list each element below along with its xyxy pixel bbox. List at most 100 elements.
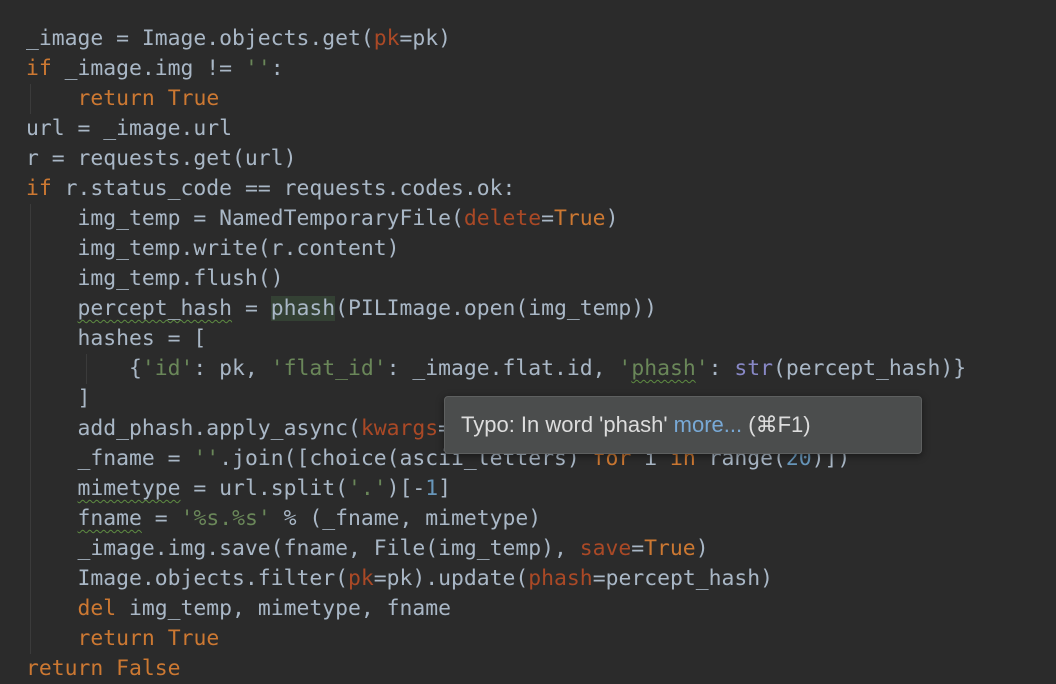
code-line[interactable]: img_temp.flush() [26,264,284,294]
code-line[interactable]: _image = Image.objects.get(pk=pk) [26,24,451,54]
code-token: ' [695,356,709,381]
code-token: _image.img.save(fname, File(img_temp), [26,536,580,561]
indent-guide [30,84,31,114]
code-token: False [116,656,181,681]
code-token: ) [605,206,619,231]
code-token: (percept_hash)} [773,356,967,381]
code-line[interactable]: {'id': pk, 'flat_id': _image.flat.id, 'p… [26,354,966,384]
code-token: pk [373,26,400,51]
code-token: )[- [386,476,426,501]
code-token: url = _image.url [26,116,233,141]
code-line[interactable]: ] [26,384,91,414]
code-token: phash [528,566,593,591]
code-token: =pk) [399,26,451,51]
tooltip-shortcut: (⌘F1) [748,412,811,437]
code-token: '' [244,56,271,81]
code-line[interactable]: percept_hash = phash(PILImage.open(img_t… [26,294,657,324]
code-token: hashes = [ [26,326,207,351]
tooltip-message: Typo: In word 'phash' [461,412,668,437]
code-token: 1 [425,476,439,501]
code-token: : [708,356,735,381]
code-line[interactable]: return False [26,654,181,684]
code-line[interactable]: fname = '%s.%s' % (_fname, mimetype) [26,504,542,534]
code-token: save [579,536,632,561]
code-token: =percept_hash) [592,566,773,591]
code-line[interactable]: del img_temp, mimetype, fname [26,594,451,624]
code-token: = [541,206,555,231]
code-token: ] [438,476,452,501]
code-line[interactable]: return True [26,84,220,114]
code-token: if [26,56,52,81]
code-line[interactable]: if _image.img != '': [26,54,284,84]
code-token: phash [270,296,336,321]
code-token: ) [695,536,709,561]
code-token: del [77,596,117,621]
code-token: img_temp.flush() [26,266,284,291]
code-token: = url.split( [180,476,348,501]
tooltip-more-link[interactable]: more... [674,412,742,437]
code-token: '.' [347,476,387,501]
code-token: delete [463,206,542,231]
code-line[interactable]: url = _image.url [26,114,232,144]
code-line[interactable]: r = requests.get(url) [26,144,296,174]
code-token: _image.img != [51,56,245,81]
code-token: 'flat_id' [270,356,387,381]
code-token: return [26,656,104,681]
code-token: Image.objects.filter( [26,566,348,591]
code-line[interactable]: return True [26,624,220,654]
code-token: '' [193,446,220,471]
code-token: = [631,536,645,561]
code-token: : _image.flat.id, [386,356,619,381]
code-token: mimetype [77,476,181,501]
code-token: : pk, [193,356,271,381]
code-token: kwargs [360,416,439,441]
code-token: True [167,86,220,111]
code-token: ] [26,386,91,411]
code-token: True [554,206,606,231]
code-token: add_phash.apply_async( [26,416,361,441]
code-token: { [26,356,142,381]
code-line[interactable]: _image.img.save(fname, File(img_temp), s… [26,534,709,564]
code-token: _fname = [26,446,194,471]
code-token: True [644,536,696,561]
code-token: '%s.%s' [180,506,271,531]
code-line[interactable]: mimetype = url.split('.')[-1] [26,474,452,504]
code-token: img_temp = NamedTemporaryFile( [26,206,464,231]
code-token: _image = Image.objects.get( [26,26,374,51]
code-line[interactable]: img_temp = NamedTemporaryFile(delete=Tru… [26,204,619,234]
code-line[interactable]: img_temp.write(r.content) [26,234,400,264]
code-line[interactable]: if r.status_code == requests.codes.ok: [26,174,515,204]
code-token: (PILImage.open(img_temp)) [335,296,658,321]
code-token: =pk).update( [373,566,529,591]
code-token: img_temp, mimetype, fname [116,596,451,621]
code-token: r = requests.get(url) [26,146,297,171]
code-editor[interactable]: _image = Image.objects.get(pk=pk) if _ima… [0,0,1056,681]
code-token: = [141,506,181,531]
code-token: True [167,626,220,651]
code-token: img_temp.write(r.content) [26,236,400,261]
code-token: % (_fname, mimetype) [270,506,542,531]
code-token: fname [77,506,142,531]
code-token: if [26,176,52,201]
typo-tooltip: Typo: In word 'phash' more... (⌘F1) [444,396,922,454]
code-token: return [77,626,155,651]
code-token: phash [631,356,696,381]
code-token: r.status_code == requests.codes.ok: [51,176,516,201]
code-line[interactable]: hashes = [ [26,324,207,354]
code-token: pk [347,566,374,591]
code-line[interactable]: Image.objects.filter(pk=pk).update(phash… [26,564,773,594]
code-token: percept_hash [77,296,233,321]
code-token: = [232,296,271,321]
indent-guide [86,354,87,384]
code-token: str [734,356,774,381]
indent-guide [30,204,31,654]
